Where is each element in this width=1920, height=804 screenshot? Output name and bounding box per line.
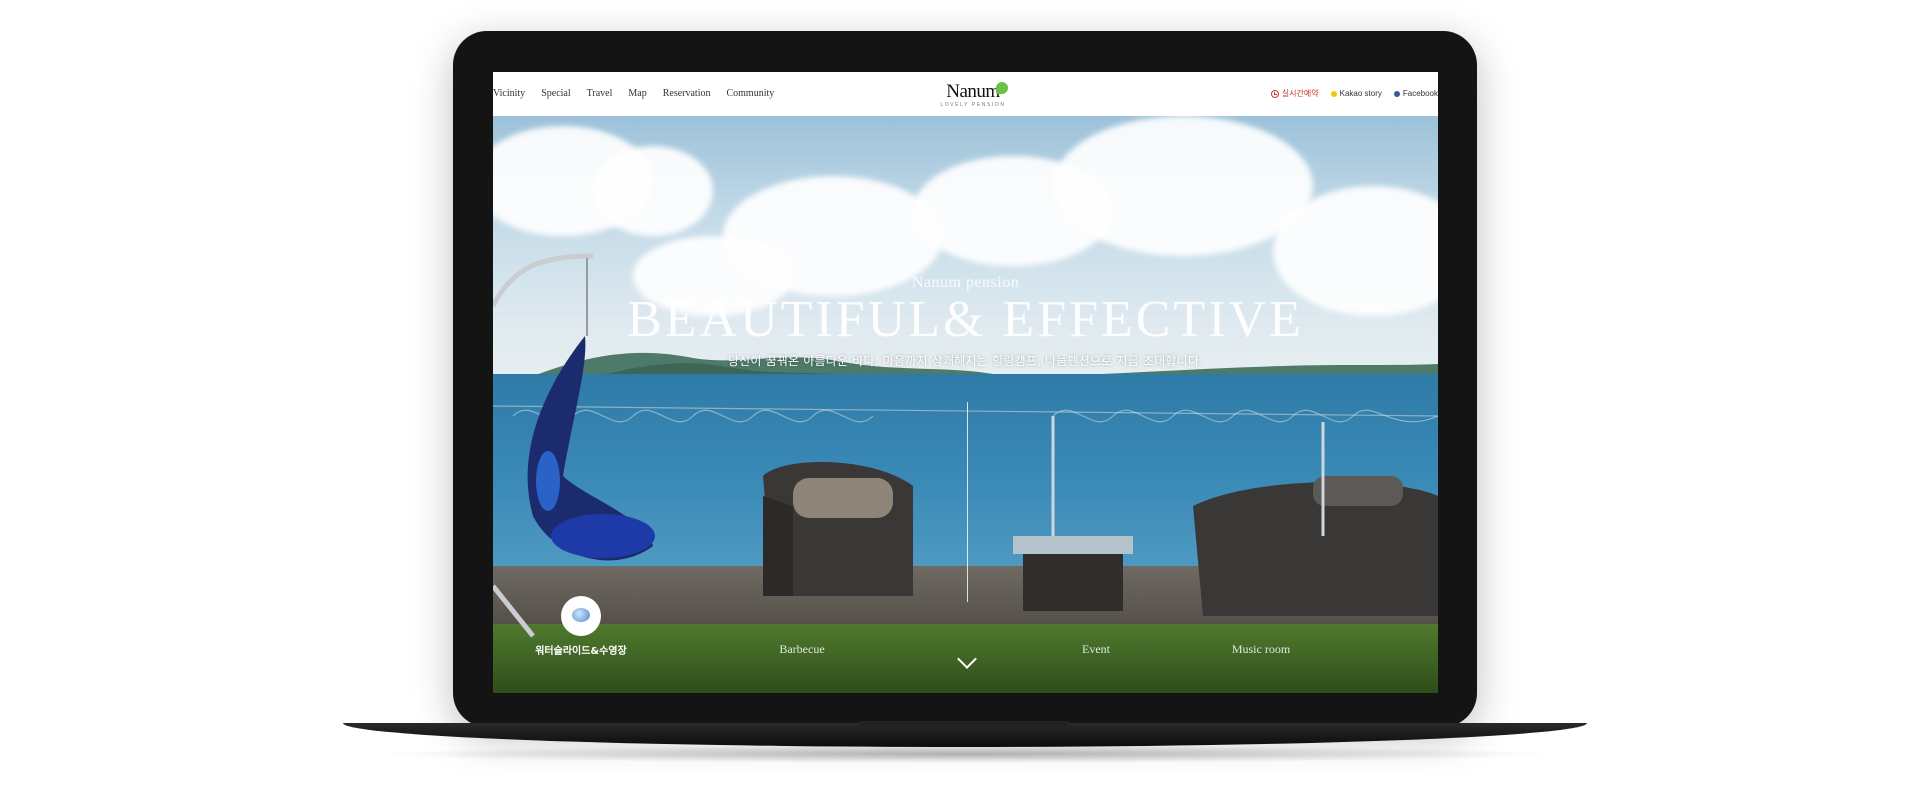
nav-item-reservation[interactable]: Reservation	[663, 88, 711, 99]
nav-item-travel[interactable]: Travel	[587, 88, 613, 99]
logo-tagline: LOVELY PENSION	[940, 102, 1006, 108]
main-nav: Vicinity Special Travel Map Reservation …	[493, 88, 774, 99]
kakao-icon	[1330, 90, 1337, 97]
clock-icon	[1270, 89, 1279, 98]
social-links: 실시간예약 Kakao story Facebook	[1270, 88, 1438, 99]
feature-music-room[interactable]: Music room	[1206, 642, 1316, 657]
laptop-notch	[858, 721, 1070, 727]
water-icon	[572, 608, 590, 622]
hero-description: 당신이 꿈꿔온 아름다운 바다, 마음까지 상쾌해지는 힐링캠프, 나눔펜션으로…	[727, 354, 1204, 368]
laptop-shadow	[370, 745, 1560, 763]
feature-water-slide[interactable]: 워터슬라이드&수영장	[531, 596, 631, 657]
nav-item-vicinity[interactable]: Vicinity	[493, 88, 525, 99]
nav-item-special[interactable]: Special	[541, 88, 570, 99]
logo-wordmark: Nanum	[946, 81, 1000, 102]
chevron-down-icon[interactable]	[957, 649, 977, 669]
facebook-label: Facebook	[1402, 89, 1438, 98]
browser-screen: Vicinity Special Travel Map Reservation …	[493, 72, 1438, 693]
hero-divider	[967, 402, 968, 602]
site-logo[interactable]: Nanum LOVELY PENSION	[937, 81, 1009, 108]
live-reservation-link[interactable]: 실시간예약	[1270, 88, 1319, 99]
hero-copy: Nanum pension BEAUTIFUL& EFFECTIVE 당신이 꿈…	[493, 274, 1438, 369]
facebook-icon	[1393, 90, 1400, 97]
live-reservation-label: 실시간예약	[1281, 89, 1319, 98]
feature-nav: 워터슬라이드&수영장 Barbecue Event Music room	[493, 596, 1438, 686]
facebook-link[interactable]: Facebook	[1393, 89, 1438, 98]
kakao-story-label: Kakao story	[1339, 89, 1382, 98]
kakao-story-link[interactable]: Kakao story	[1330, 89, 1382, 98]
feature-icon-badge	[561, 596, 601, 636]
feature-barbecue[interactable]: Barbecue	[752, 642, 852, 657]
leaf-icon	[996, 82, 1008, 94]
feature-event[interactable]: Event	[1046, 642, 1146, 657]
hero-subtitle: Nanum pension	[911, 274, 1020, 291]
site-header: Vicinity Special Travel Map Reservation …	[493, 72, 1438, 116]
feature-label: 워터슬라이드&수영장	[535, 646, 627, 657]
feature-label: Barbecue	[779, 642, 825, 656]
nav-item-community[interactable]: Community	[726, 88, 774, 99]
hero-title: BEAUTIFUL& EFFECTIVE	[627, 291, 1304, 348]
hero-banner: Nanum pension BEAUTIFUL& EFFECTIVE 당신이 꿈…	[493, 116, 1438, 693]
feature-label: Event	[1082, 642, 1110, 656]
feature-label: Music room	[1231, 642, 1291, 656]
nav-item-map[interactable]: Map	[628, 88, 646, 99]
